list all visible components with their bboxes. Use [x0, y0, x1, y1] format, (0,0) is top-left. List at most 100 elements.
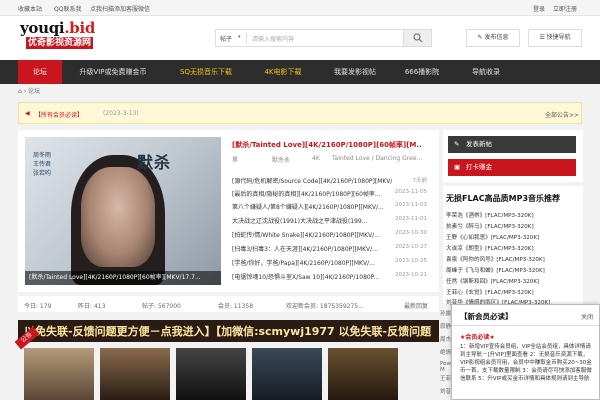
featured-desc: Tainted Love / Dancing Gree...: [332, 155, 423, 162]
top-utility-bar: 收藏本站 QQ联系我 点我扫描添加客服微信 登录 立即注册: [0, 0, 600, 16]
register-link[interactable]: 立即注册: [553, 4, 577, 13]
featured-meta: 黑 默杀永 4K Tainted Love / Dancing Gree...: [232, 155, 427, 164]
list-item-date: 2023-10-21: [395, 272, 427, 278]
list-item-date: 2023-11-01: [395, 216, 427, 222]
search-icon: [413, 33, 423, 43]
qq-contact-link[interactable]: QQ联系我: [54, 4, 81, 13]
list-item-date: 2023-11-03: [395, 202, 427, 208]
search-type-select[interactable]: 帖子: [220, 34, 232, 43]
movie-thumbnail[interactable]: [24, 348, 94, 400]
list-item-title: [源代码/危机解密/Source Code][4K/2160P/1080P][M…: [232, 178, 392, 185]
new-post-button[interactable]: ✎ 发表新帖: [448, 136, 576, 153]
featured-author[interactable]: 默杀永: [272, 155, 290, 164]
list-item-date: 2023-10-27: [395, 244, 427, 250]
popup-subtitle: ★会员必读★: [460, 334, 495, 341]
stat-today: 今日: 179: [24, 303, 52, 310]
poster-cast-1: 周冬雨: [33, 152, 52, 159]
music-item[interactable]: 任然《钢斯和回》[FLAC/MP3-320K]: [446, 277, 586, 288]
list-item[interactable]: [电锯惊魂10/恐惧斗室X/Saw 10][4K/2160P/1080P... 2…: [232, 272, 427, 285]
music-item[interactable]: 李荣浩《酒桝》[FLAC/MP3-320K]: [446, 211, 586, 222]
music-item[interactable]: 执素兮《醉马》[FLAC/MP3-320K]: [446, 222, 586, 233]
banner-text: 以免失联-反馈问题更方便－点我进入】【加微信:scmywj1977 以免失联-反…: [24, 325, 432, 338]
movie-thumbnail[interactable]: [328, 348, 398, 400]
nav-sq-music[interactable]: SQ无损音乐下载: [166, 60, 246, 84]
list-item[interactable]: 大决战之辽沈战役(1991)大决战之平津战役(199... 2023-11-01: [232, 216, 427, 229]
announcement-date: (2023-3-13): [103, 110, 139, 117]
search-box: 帖子 ▾ 请输入搜索内容: [215, 29, 432, 47]
nav-vip[interactable]: 升级VIP或免费赚金币: [64, 60, 162, 84]
site-logo[interactable]: youqi.bid: [20, 19, 95, 37]
forum-stats-bar: 今日: 179 昨日: 413 帖子: 567000 会员: 11358 欢迎新…: [18, 296, 439, 312]
list-item-title: [扫毒3/扫毒3：人在天涯][4K/2160P/1080P][MKV/...: [232, 246, 378, 253]
movie-thumbnail[interactable]: [100, 348, 170, 400]
latest-replies-link[interactable]: 最新回复: [404, 301, 428, 310]
nav-forum[interactable]: 论坛: [18, 60, 62, 84]
nav-directory[interactable]: 导航收录: [458, 60, 514, 84]
search-input[interactable]: 请输入搜索内容: [252, 34, 294, 43]
music-item[interactable]: 周峰子《飞马和蝉》[FLAC/MP3-320K]: [446, 266, 586, 277]
site-logo-subtitle: 优奇影视资源网: [26, 37, 94, 49]
list-item[interactable]: [扫毒3/扫毒3：人在天涯][4K/2160P/1080P][MKV/... 20…: [232, 244, 427, 257]
breadcrumb: ⌂ › 论坛: [18, 88, 41, 95]
announcement-link[interactable]: 【所有会员必读】: [35, 110, 83, 119]
avatar[interactable]: 黑: [232, 155, 238, 164]
list-item-date: 2023-10-25: [395, 258, 427, 264]
music-item[interactable]: 袁泉《阿你的风号》[FLAC/MP3-320K]: [446, 255, 586, 266]
login-link[interactable]: 登录: [533, 4, 545, 13]
list-item-title: [学爸/你好，学爸/Papa][4K/2160P/1080P][MKV/...: [232, 260, 375, 267]
list-item[interactable]: [最后的真相/隐秘的真相][4K/2160P/1080P][60帧率... 202…: [232, 189, 427, 202]
list-item-title: 第八个嫌疑人/第8个嫌疑人][4K/2160P/1080P][MKV/...: [232, 204, 384, 211]
poster-cast: 周冬雨 王传君 张若昀: [33, 151, 63, 178]
announcement-bar: ◀ 【所有会员必读】 (2023-3-13) 全部公告>>: [18, 102, 582, 124]
bookmark-site-link[interactable]: 收藏本站: [18, 4, 42, 13]
poster-cast-2: 王传君: [33, 161, 52, 168]
poster-face: [81, 167, 155, 267]
checkin-button[interactable]: ▣ 打卡赚金: [448, 159, 576, 176]
nav-4k-movies[interactable]: 4K电影下载: [250, 60, 316, 84]
calendar-icon: ▣: [454, 163, 461, 171]
breadcrumb-forum[interactable]: 论坛: [28, 88, 40, 95]
list-item[interactable]: [拍蛇传/情/White Snake][4K/2160P/1080P][MKV/…: [232, 230, 427, 243]
edit-icon: ✎: [454, 140, 460, 148]
promo-banner[interactable]: 以免失联-反馈问题更方便－点我进入】【加微信:scmywj1977 以免失联-反…: [18, 320, 439, 342]
home-icon[interactable]: ⌂: [18, 88, 22, 95]
all-announcements-link[interactable]: 全部公告>>: [545, 110, 579, 119]
featured-poster[interactable]: 周冬雨 王传君 张若昀 默杀 [默杀/Tainted Love][4K/2160…: [25, 137, 221, 285]
wechat-service-link[interactable]: 点我扫描添加客服微信: [90, 4, 150, 13]
nav-666-cinema[interactable]: 666播影院: [394, 60, 450, 84]
list-item-title: [电锯惊魂10/恐惧斗室X/Saw 10][4K/2160P/1080P...: [232, 274, 380, 281]
poster-caption[interactable]: [默杀/Tainted Love][4K/2160P/1080P][60帧率][…: [25, 271, 221, 285]
list-item-date: 2023-10-30: [395, 230, 427, 236]
list-item-date: 7天前: [412, 178, 428, 184]
list-item-title: 大决战之辽沈战役(1991)大决战之平津战役(199...: [232, 218, 368, 225]
movie-thumbnail[interactable]: [176, 348, 246, 400]
featured-tag: 4K: [312, 155, 320, 162]
popup-divider: [452, 325, 599, 326]
popup-close-button[interactable]: 关闭: [581, 312, 593, 321]
new-member-popup: 【新会员必读】 关闭 ★会员必读★ 1：新增VIP宣传会员组，VIP全站会员组，…: [451, 304, 600, 400]
stat-welcome[interactable]: 欢迎新会员: 1875359275...: [286, 301, 364, 310]
stat-posts: 帖子: 567000: [142, 303, 181, 310]
nav-post-video[interactable]: 我要发影视帖: [322, 60, 388, 84]
search-divider: [246, 33, 247, 44]
music-item[interactable]: 大诶凉《朗型》[FLAC/MP3-320K]: [446, 244, 586, 255]
popup-body: 1：新增VIP宣传会员组，VIP全站会员组，具体详情请到主导航－[升VIP]里面…: [460, 344, 592, 382]
featured-title[interactable]: [默杀/Tainted Love][4K/2160P/1080P][60帧率][…: [232, 140, 422, 150]
stat-yesterday: 昨日: 413: [78, 303, 106, 310]
search-button[interactable]: [403, 30, 431, 46]
chevron-down-icon: ▾: [238, 34, 241, 40]
poster-title: 默杀: [137, 153, 172, 172]
popup-title: 【新会员必读】: [460, 312, 513, 321]
music-item[interactable]: 王野《心如我意》[FLAC/MP3-320K]: [446, 233, 586, 244]
list-item-date: 2023-11-05: [395, 189, 427, 195]
post-info-button[interactable]: ✎ 发布信息: [466, 29, 520, 47]
list-item[interactable]: [学爸/你好，学爸/Papa][4K/2160P/1080P][MKV/... 2…: [232, 258, 427, 271]
list-item[interactable]: [源代码/危机解密/Source Code][4K/2160P/1080P][M…: [232, 176, 427, 189]
menu-icon: ☰: [539, 34, 547, 41]
list-item-title: [最后的真相/隐秘的真相][4K/2160P/1080P][60帧率...: [232, 191, 381, 198]
quick-nav-button[interactable]: ☰ 快捷导航: [528, 29, 582, 47]
movie-thumbnail[interactable]: [252, 348, 322, 400]
main-nav: 论坛 升级VIP或免费赚金币 SQ无损音乐下载 4K电影下载 我要发影视帖 66…: [0, 60, 600, 84]
list-item[interactable]: 第八个嫌疑人/第8个嫌疑人][4K/2160P/1080P][MKV/... 20…: [232, 202, 427, 215]
music-section-title: 无损FLAC高品质MP3音乐推荐: [446, 194, 561, 203]
